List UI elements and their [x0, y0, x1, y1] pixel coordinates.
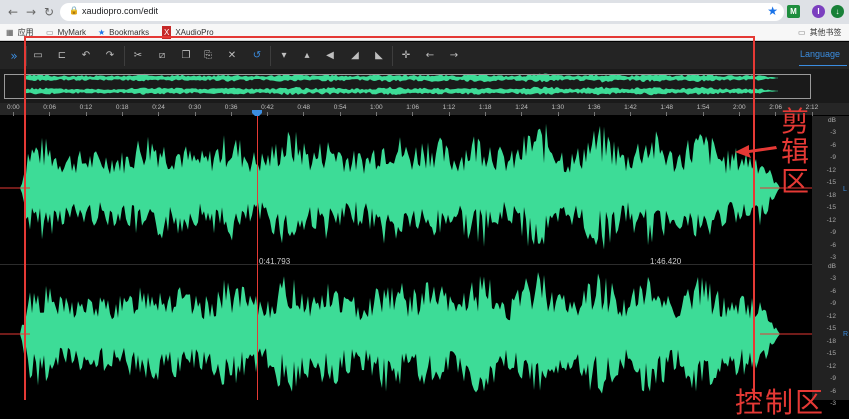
db-scale-label: -12 — [826, 166, 836, 174]
extension-icon[interactable]: M — [787, 5, 800, 18]
db-scale-label: -6 — [830, 287, 836, 295]
db-scale-label: -6 — [830, 241, 836, 249]
timeline-tick-label: 0:00 — [7, 104, 20, 111]
db-scale-label: -18 — [826, 337, 836, 345]
annotation-arrow-icon — [735, 145, 777, 158]
db-unit-bottom: dB — [828, 263, 836, 270]
db-scale-label: -15 — [826, 325, 836, 332]
other-bookmarks[interactable]: ▭ 其他书签 — [798, 26, 842, 39]
address-bar[interactable]: 🔒 xaudiopro.com/edit ★ — [60, 3, 784, 21]
language-button[interactable]: Language — [800, 49, 840, 59]
url-text[interactable]: xaudiopro.com/edit — [82, 6, 158, 16]
db-scale-label: -12 — [826, 216, 836, 224]
db-scale-label: -15 — [826, 350, 836, 357]
avatar[interactable]: I — [812, 5, 825, 18]
lock-icon: 🔒 — [69, 6, 79, 15]
db-scale-label: -15 — [826, 204, 836, 211]
db-scale-label: -6 — [830, 141, 836, 149]
db-scale-label: -18 — [826, 191, 836, 199]
sidebar-toggle-icon[interactable]: » — [6, 48, 22, 64]
channel-left-label[interactable]: L — [843, 186, 847, 193]
db-scale-label: -9 — [830, 229, 836, 236]
db-scale-label: -9 — [830, 154, 836, 161]
extension-update-icon[interactable]: ↓ — [831, 5, 844, 18]
reload-icon[interactable]: ↻ — [44, 4, 54, 20]
db-scale-label: -15 — [826, 179, 836, 186]
db-scale-label: -12 — [826, 312, 836, 320]
browser-toolbar: ← → ↻ 🔒 xaudiopro.com/edit ★ M I ↓ — [0, 0, 849, 24]
star-icon[interactable]: ★ — [767, 4, 778, 18]
db-unit-top: dB — [828, 117, 836, 124]
language-underline — [799, 65, 847, 66]
db-scale-label: -9 — [830, 375, 836, 382]
db-scale-label: -12 — [826, 362, 836, 370]
edit-area-annotation-label: 剪辑区 — [781, 105, 810, 198]
db-scale-label: -3 — [830, 129, 836, 136]
apps-grid-icon: ▦ — [6, 28, 14, 37]
db-scale-label: -3 — [830, 275, 836, 282]
back-arrow-icon[interactable]: ← — [8, 4, 18, 20]
folder-icon: ▭ — [798, 28, 806, 37]
control-area-annotation-label: 控制区 — [735, 386, 826, 419]
edit-area-annotation-box — [24, 36, 755, 400]
db-scale-label: -3 — [830, 254, 836, 261]
db-scale-label: -9 — [830, 300, 836, 307]
channel-right-label[interactable]: R — [843, 331, 848, 338]
forward-arrow-icon[interactable]: → — [26, 4, 36, 20]
